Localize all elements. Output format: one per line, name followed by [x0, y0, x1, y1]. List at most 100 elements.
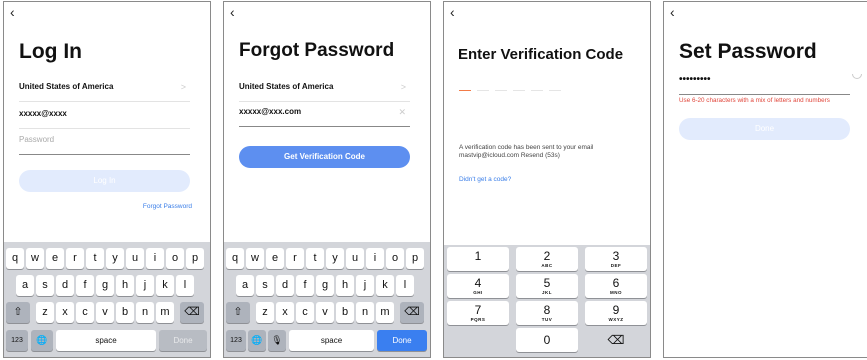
numpad-key-2[interactable]: 2 ABC [516, 247, 578, 271]
numbers-key[interactable]: 123 [6, 330, 28, 351]
numpad-backspace-icon[interactable]: ⌫ [585, 328, 647, 352]
key-m[interactable]: m [376, 302, 394, 323]
key-t[interactable]: t [86, 248, 104, 269]
key-n[interactable]: n [136, 302, 154, 323]
key-n[interactable]: n [356, 302, 374, 323]
keyboard: q w e r t y u i o p a s d f g h j k l ⇧ … [224, 242, 430, 357]
key-x[interactable]: x [56, 302, 74, 323]
done-key[interactable]: Done [377, 330, 427, 351]
key-x[interactable]: x [276, 302, 294, 323]
key-k[interactable]: k [376, 275, 394, 296]
back-icon[interactable]: ‹ [450, 5, 455, 19]
done-key[interactable]: Done [159, 330, 207, 351]
key-l[interactable]: l [396, 275, 414, 296]
key-y[interactable]: y [326, 248, 344, 269]
key-q[interactable]: q [6, 248, 24, 269]
key-f[interactable]: f [76, 275, 94, 296]
password-field[interactable]: ••••••••• [679, 70, 850, 95]
globe-icon[interactable]: 🌐 [31, 330, 53, 351]
key-k[interactable]: k [156, 275, 174, 296]
back-icon[interactable]: ‹ [230, 5, 235, 19]
backspace-icon[interactable]: ⌫ [400, 302, 424, 323]
eye-closed-icon[interactable] [852, 74, 862, 79]
back-icon[interactable]: ‹ [10, 5, 15, 19]
numpad-key-5[interactable]: 5 JKL [516, 274, 578, 298]
shift-icon[interactable]: ⇧ [226, 302, 250, 323]
key-f[interactable]: f [296, 275, 314, 296]
key-t[interactable]: t [306, 248, 324, 269]
key-s[interactable]: s [36, 275, 54, 296]
key-z[interactable]: z [256, 302, 274, 323]
key-c[interactable]: c [76, 302, 94, 323]
numpad-key-4[interactable]: 4 GHI [447, 274, 509, 298]
forgot-password-link[interactable]: Forgot Password [143, 203, 192, 210]
numbers-key[interactable]: 123 [226, 330, 246, 351]
key-e[interactable]: e [266, 248, 284, 269]
numpad-key-7[interactable]: 7 PQRS [447, 301, 509, 325]
key-q[interactable]: q [226, 248, 244, 269]
key-c[interactable]: c [296, 302, 314, 323]
login-button[interactable]: Log In [19, 170, 190, 192]
key-h[interactable]: h [336, 275, 354, 296]
key-r[interactable]: r [286, 248, 304, 269]
key-o[interactable]: o [386, 248, 404, 269]
email-field[interactable]: xxxxx@xxx.com ✕ [239, 102, 410, 127]
key-d[interactable]: d [56, 275, 74, 296]
key-r[interactable]: r [66, 248, 84, 269]
account-field[interactable]: xxxxx@xxxx [19, 104, 190, 129]
page-title: Set Password [679, 40, 817, 63]
key-g[interactable]: g [316, 275, 334, 296]
key-y[interactable]: y [106, 248, 124, 269]
key-z[interactable]: z [36, 302, 54, 323]
key-j[interactable]: j [136, 275, 154, 296]
key-p[interactable]: p [406, 248, 424, 269]
key-l[interactable]: l [176, 275, 194, 296]
numpad-key-8[interactable]: 8 TUV [516, 301, 578, 325]
key-w[interactable]: w [26, 248, 44, 269]
key-b[interactable]: b [116, 302, 134, 323]
country-label: United States of America [19, 82, 114, 91]
numpad-key-3[interactable]: 3 DEF [585, 247, 647, 271]
key-o[interactable]: o [166, 248, 184, 269]
key-digit: 0 [543, 333, 551, 347]
backspace-icon[interactable]: ⌫ [180, 302, 204, 323]
password-field[interactable]: Password [19, 130, 190, 155]
key-v[interactable]: v [96, 302, 114, 323]
space-key[interactable]: space [56, 330, 156, 351]
numpad-key-9[interactable]: 9 WXYZ [585, 301, 647, 325]
key-p[interactable]: p [186, 248, 204, 269]
password-error: Use 6-20 characters with a mix of letter… [679, 97, 830, 104]
key-a[interactable]: a [16, 275, 34, 296]
back-icon[interactable]: ‹ [670, 5, 675, 19]
shift-icon[interactable]: ⇧ [6, 302, 30, 323]
get-verification-code-button[interactable]: Get Verification Code [239, 146, 410, 168]
numpad-key-0[interactable]: 0 [516, 328, 578, 352]
numpad-key-1[interactable]: 1 [447, 247, 509, 271]
didnt-get-code-link[interactable]: Didn't get a code? [459, 176, 511, 183]
key-s[interactable]: s [256, 275, 274, 296]
space-key[interactable]: space [289, 330, 374, 351]
key-a[interactable]: a [236, 275, 254, 296]
key-digit: ⌫ [607, 333, 625, 347]
keyboard-row-4: 123 🌐 🎙 space Done [224, 330, 430, 351]
globe-icon[interactable]: 🌐 [248, 330, 266, 351]
microphone-icon[interactable]: 🎙 [268, 330, 286, 351]
key-w[interactable]: w [246, 248, 264, 269]
country-selector[interactable]: United States of America > [239, 77, 410, 102]
done-button[interactable]: Done [679, 118, 850, 140]
numpad-key-6[interactable]: 6 MNO [585, 274, 647, 298]
key-m[interactable]: m [156, 302, 174, 323]
key-v[interactable]: v [316, 302, 334, 323]
clear-icon[interactable]: ✕ [398, 102, 406, 122]
key-h[interactable]: h [116, 275, 134, 296]
key-u[interactable]: u [126, 248, 144, 269]
key-j[interactable]: j [356, 275, 374, 296]
key-u[interactable]: u [346, 248, 364, 269]
key-g[interactable]: g [96, 275, 114, 296]
key-e[interactable]: e [46, 248, 64, 269]
key-i[interactable]: i [146, 248, 164, 269]
key-d[interactable]: d [276, 275, 294, 296]
country-selector[interactable]: United States of America > [19, 77, 190, 102]
key-b[interactable]: b [336, 302, 354, 323]
key-i[interactable]: i [366, 248, 384, 269]
